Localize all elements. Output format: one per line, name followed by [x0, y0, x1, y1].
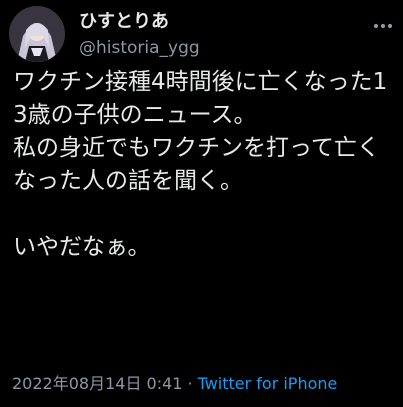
meta-separator: · [187, 374, 193, 393]
source-link[interactable]: Twitter for iPhone [198, 374, 338, 393]
timestamp[interactable]: 2022年08月14日 0:41 [12, 374, 182, 393]
tweet: ひすとりあ @historia_ygg ワクチン接種4時間後に亡くなった13歳の… [0, 0, 403, 407]
tweet-paragraph: 私の身近でもワクチンを打って亡くなった人の話を聞く。 [13, 135, 380, 194]
tweet-paragraph-blank [13, 198, 397, 231]
tweet-meta: 2022年08月14日 0:41 · Twitter for iPhone [12, 374, 337, 394]
more-options-icon[interactable] [372, 18, 394, 34]
avatar-image [9, 6, 65, 62]
avatar[interactable] [9, 6, 65, 62]
tweet-paragraph: いやだなぁ。 [13, 234, 151, 260]
user-handle[interactable]: @historia_ygg [79, 37, 200, 59]
tweet-text: ワクチン接種4時間後に亡くなった13歳の子供のニュース。 私の身近でもワクチンを… [13, 66, 397, 264]
tweet-paragraph: ワクチン接種4時間後に亡くなった13歳の子供のニュース。 [13, 69, 388, 128]
display-name[interactable]: ひすとりあ [79, 11, 169, 33]
